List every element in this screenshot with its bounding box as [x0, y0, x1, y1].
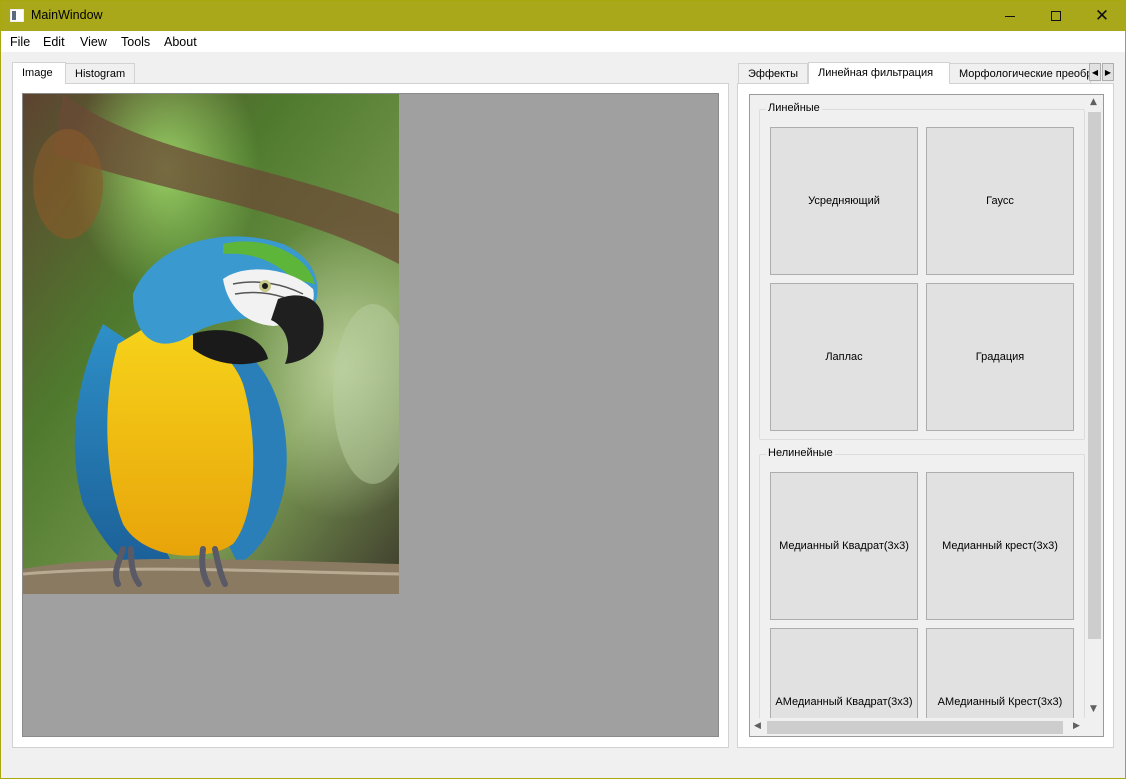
group-linear: Линейные Усредняющий Гаусс Лаплас Градац… [759, 102, 1085, 440]
window-title: MainWindow [31, 8, 103, 22]
filters-scroll-area[interactable]: Линейные Усредняющий Гаусс Лаплас Градац… [749, 94, 1104, 737]
minimize-button[interactable] [987, 1, 1033, 31]
group-nonlinear: Нелинейные Медианный Квадрат(3x3) Медиан… [759, 447, 1085, 736]
horizontal-scrollbar[interactable]: ◀ ▶ [750, 718, 1086, 736]
median-cross-button[interactable]: Медианный крест(3x3) [926, 472, 1074, 620]
vertical-scroll-thumb[interactable] [1088, 112, 1101, 639]
minimize-icon [1005, 15, 1015, 17]
chevron-left-icon: ◀ [1091, 67, 1099, 77]
title-bar: MainWindow ✕ [1, 1, 1125, 31]
tab-effects[interactable]: Эффекты [738, 63, 808, 84]
tab-morphological[interactable]: Морфологические преобразования [949, 63, 1091, 84]
vertical-scrollbar[interactable]: ▲ ▼ [1086, 95, 1103, 718]
gauss-filter-button[interactable]: Гаусс [926, 127, 1074, 275]
menu-file[interactable]: File [10, 35, 30, 49]
averaging-filter-button[interactable]: Усредняющий [770, 127, 918, 275]
median-square-button[interactable]: Медианный Квадрат(3x3) [770, 472, 918, 620]
horizontal-scroll-thumb[interactable] [767, 721, 1063, 734]
maximize-button[interactable] [1033, 1, 1079, 31]
tab-scroll-left-button[interactable]: ◀ [1089, 63, 1101, 81]
image-view[interactable] [22, 93, 719, 737]
tab-image[interactable]: Image [12, 62, 66, 84]
menu-edit[interactable]: Edit [43, 35, 65, 49]
maximize-icon [1051, 11, 1061, 21]
app-window-icon [10, 9, 24, 22]
menu-about[interactable]: About [164, 35, 197, 49]
tab-scroll-right-button[interactable]: ▶ [1102, 63, 1114, 81]
main-window: MainWindow ✕ File Edit View Tools About … [0, 0, 1126, 779]
gradient-filter-button[interactable]: Градация [926, 283, 1074, 431]
scroll-left-icon[interactable]: ◀ [754, 721, 761, 731]
laplace-filter-button[interactable]: Лаплас [770, 283, 918, 431]
menu-tools[interactable]: Tools [121, 35, 150, 49]
menu-view[interactable]: View [80, 35, 107, 49]
chevron-right-icon: ▶ [1104, 67, 1112, 77]
group-nonlinear-title: Нелинейные [766, 447, 835, 459]
scroll-right-icon[interactable]: ▶ [1073, 721, 1080, 731]
menu-bar: File Edit View Tools About [1, 31, 1125, 52]
close-button[interactable]: ✕ [1079, 1, 1125, 31]
parrot-photo [23, 94, 399, 594]
scroll-up-icon[interactable]: ▲ [1090, 97, 1097, 107]
group-linear-title: Линейные [766, 102, 822, 114]
tab-histogram[interactable]: Histogram [65, 63, 135, 84]
scroll-down-icon[interactable]: ▼ [1090, 704, 1097, 714]
close-icon: ✕ [1094, 5, 1110, 26]
tab-linear-filtering[interactable]: Линейная фильтрация [808, 62, 950, 84]
